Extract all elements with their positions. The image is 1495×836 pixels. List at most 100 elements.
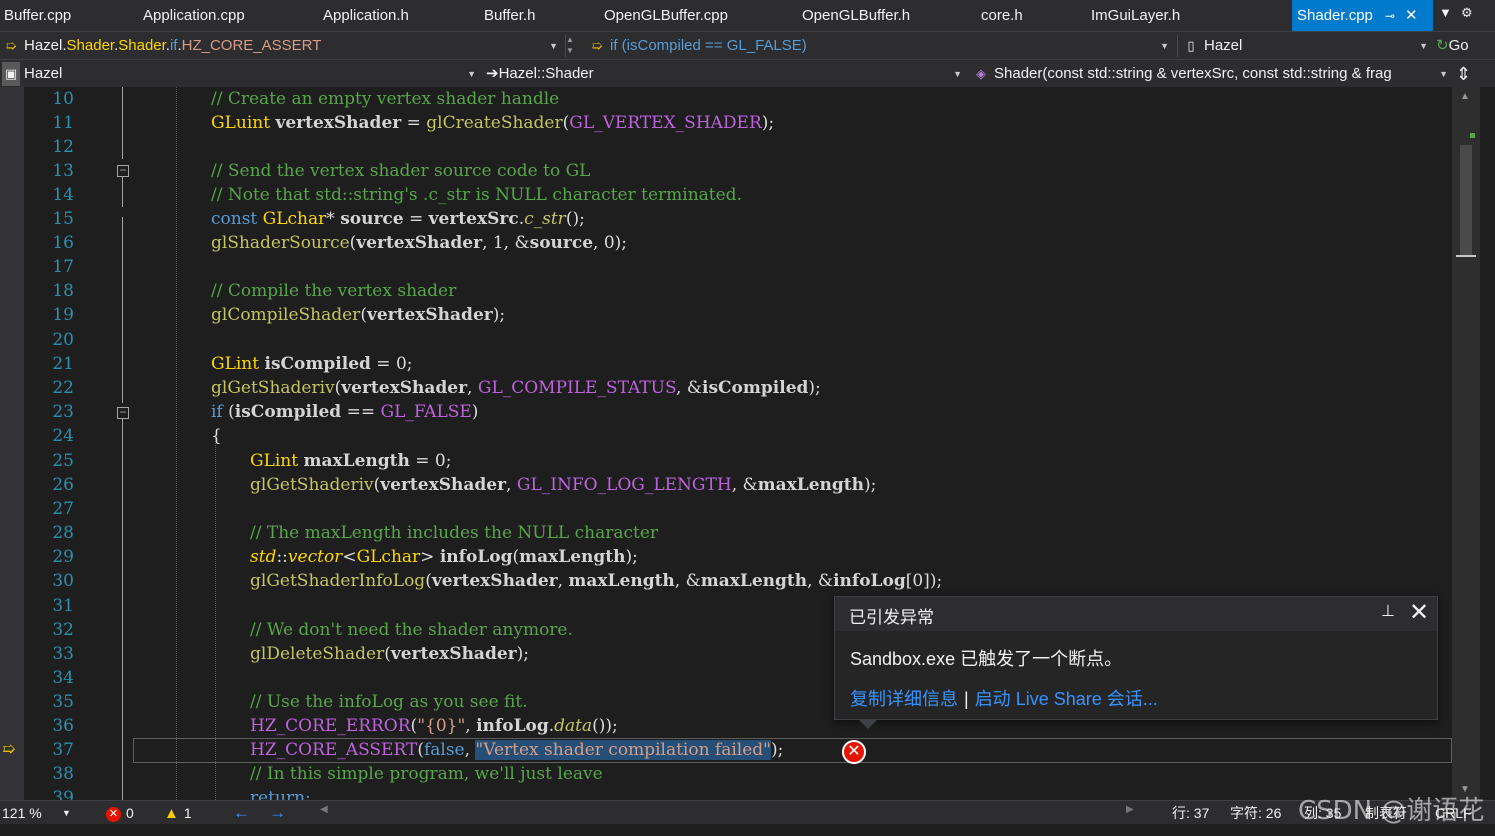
chevron-down-icon: ▼ [467, 69, 476, 79]
token: glGetShaderiv [250, 475, 374, 495]
token: isCompiled [234, 402, 342, 422]
scroll-left-icon[interactable]: ◀ [320, 804, 328, 815]
token: GLuint [211, 113, 271, 133]
line-number: 29 [52, 547, 74, 567]
close-tab-icon[interactable]: ✕ [1405, 0, 1418, 31]
live-share-link[interactable]: 启动 Live Share 会话... [975, 689, 1158, 709]
code-line-36: HZ_CORE_ERROR("{0}", infoLog.data()); [250, 716, 618, 736]
debug-location-bar: ➯ Hazel.Shader.Shader.if.HZ_CORE_ASSERT ▼… [0, 31, 1495, 59]
go-icon: ↻ [1436, 37, 1449, 54]
line-number: 21 [52, 354, 74, 374]
token: vertexShader [366, 305, 493, 325]
token: std [250, 547, 277, 567]
go-button[interactable]: ↻Go [1436, 34, 1494, 58]
line-number: 22 [52, 378, 74, 398]
chevron-down-icon: ▼ [549, 41, 558, 51]
line-number: 16 [52, 233, 74, 253]
code-line-28: // The maxLength includes the NULL chara… [250, 523, 659, 543]
token: glCompileShader [211, 305, 361, 325]
line-number: 18 [52, 281, 74, 301]
tab-label: Buffer.h [484, 7, 536, 24]
statement-dropdown[interactable]: ➯ if (isCompiled == GL_FALSE) ▼ [588, 34, 1173, 58]
line-number: 14 [52, 185, 74, 205]
line-number: 19 [52, 305, 74, 325]
token: GLchar [356, 547, 421, 567]
project-scope-dropdown[interactable]: ▣ Hazel ▼ [2, 62, 480, 86]
arrow-right-icon: ➔ [486, 65, 499, 82]
scope-dropdown[interactable]: ➯ Hazel.Shader.Shader.if.HZ_CORE_ASSERT ▼ [2, 34, 562, 58]
token: maxLength [700, 571, 808, 591]
indent-guide [176, 87, 177, 800]
tab-openglbuffer-h[interactable]: OpenGLBuffer.h [802, 0, 910, 31]
tab-dropdown-icon[interactable]: ▼ [1439, 5, 1452, 20]
navigate-back-icon[interactable]: ← [233, 803, 250, 823]
code-line-18: // Compile the vertex shader [211, 281, 457, 301]
char-indicator[interactable]: 字符: 26 [1230, 803, 1281, 823]
token: vertexShader [275, 113, 402, 133]
token: vertexShader [341, 378, 468, 398]
token: GLchar [262, 209, 327, 229]
split-editor-icon[interactable]: ⇕ [1456, 62, 1476, 86]
line-number: 17 [52, 257, 74, 277]
gear-icon[interactable]: ⚙ [1461, 5, 1473, 21]
close-icon[interactable]: ✕ [1409, 598, 1429, 627]
tab-core-h[interactable]: core.h [981, 0, 1023, 31]
class-dropdown[interactable]: ➔Hazel::Shader ▼ [486, 62, 966, 86]
exception-error-icon[interactable]: ✕ [842, 740, 866, 764]
token: maxLength [568, 571, 675, 591]
member-label: Shader(const std::string & vertexSrc, co… [994, 65, 1392, 82]
token: c_str [524, 209, 566, 229]
line-number: 32 [52, 620, 74, 640]
token: glCreateShader [426, 113, 563, 133]
right-margin [1480, 87, 1495, 800]
member-dropdown[interactable]: ◈ Shader(const std::string & vertexSrc, c… [972, 62, 1452, 86]
tab-application-h[interactable]: Application.h [323, 0, 409, 31]
chevron-down-icon: ▼ [1419, 41, 1428, 51]
token: data [554, 716, 593, 736]
statement-keyword: if [610, 37, 618, 54]
token: false [423, 740, 465, 760]
token: glGetShaderInfoLog [250, 571, 426, 591]
scrollbar-thumb[interactable] [1460, 145, 1472, 255]
pin-icon[interactable]: ⊥ [1381, 601, 1395, 621]
token: "{0}" [417, 716, 466, 736]
line-number: 25 [52, 451, 74, 471]
tab-imguilayer-h[interactable]: ImGuiLayer.h [1091, 0, 1180, 31]
scroll-right-icon[interactable]: ▶ [1126, 804, 1134, 815]
line-number: 37 [52, 740, 74, 760]
project-dropdown[interactable]: ▯ Hazel ▼ [1182, 34, 1432, 58]
tab-buffer-h[interactable]: Buffer.h [484, 0, 535, 31]
tab-application-cpp[interactable]: Application.cpp [143, 0, 245, 31]
warnings-indicator[interactable]: ▲ 1 [164, 803, 192, 823]
code-line-14: // Note that std::string's .c_str is NUL… [211, 185, 742, 205]
tab-label: Buffer.cpp [4, 7, 72, 24]
code-line-19: glCompileShader(vertexShader); [211, 305, 506, 325]
divider: | [964, 689, 969, 709]
scope-spinner[interactable]: ▲ ▼ [566, 34, 582, 58]
zoom-dropdown[interactable]: 121 % ▼ [2, 803, 71, 823]
token: GL_VERTEX_SHADER [569, 113, 762, 133]
collapse-icon[interactable]: − [117, 406, 129, 419]
token: GLint [211, 354, 260, 374]
tab-buffer-cpp[interactable]: Buffer.cpp [4, 0, 71, 31]
tab-openglbuffer-cpp[interactable]: OpenGLBuffer.cpp [604, 0, 728, 31]
collapse-icon[interactable]: − [117, 164, 129, 177]
pin-icon[interactable]: ⊸ [1385, 1, 1395, 32]
errors-indicator[interactable]: ✕ 0 [106, 803, 134, 823]
vertical-scrollbar[interactable]: ▲ ▼ [1452, 87, 1480, 800]
go-label: Go [1448, 37, 1469, 54]
tab-shader-cpp[interactable]: Shader.cpp ⊸ ✕ [1292, 0, 1435, 31]
horizontal-scrollbar[interactable]: ◀ ▶ [320, 804, 1134, 818]
line-indicator[interactable]: 行: 37 [1172, 803, 1209, 823]
indicator-margin[interactable] [0, 87, 24, 800]
exception-actions: 复制详细信息 | 启动 Live Share 会话... [850, 685, 1158, 711]
outline-line [122, 217, 123, 403]
copy-details-link[interactable]: 复制详细信息 [850, 689, 958, 709]
line-number: 15 [52, 209, 74, 229]
error-icon: ✕ [106, 806, 121, 822]
navigate-forward-icon[interactable]: → [269, 803, 286, 823]
token: = [401, 113, 427, 133]
token: vertexShader [390, 644, 517, 664]
project-label: Hazel [1204, 37, 1243, 54]
scroll-up-icon[interactable]: ▲ [1460, 91, 1470, 102]
